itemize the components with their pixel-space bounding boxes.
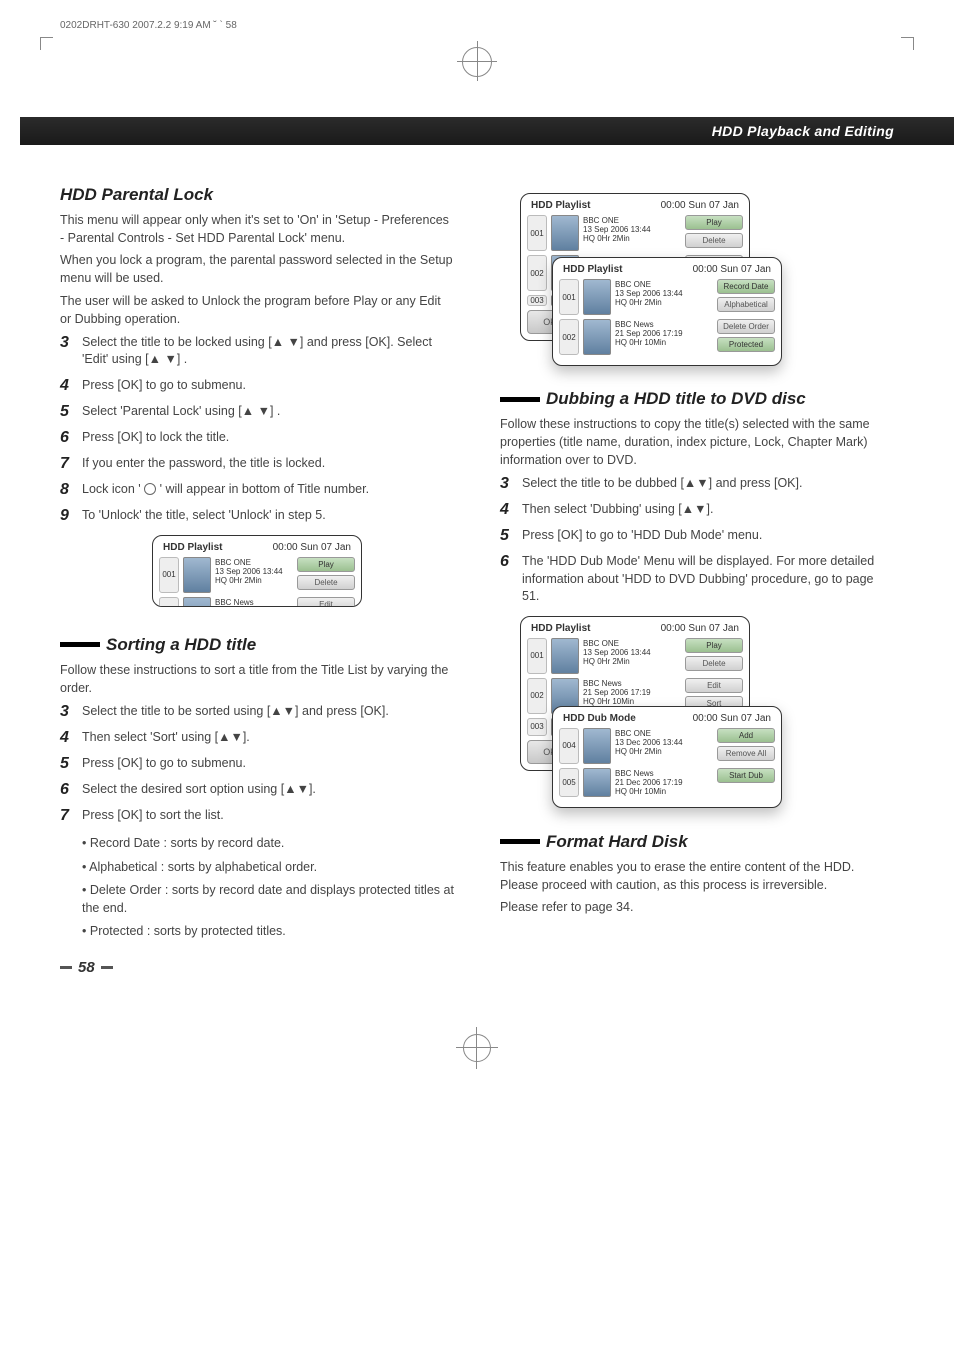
body-text: Follow these instructions to sort a titl… (60, 661, 454, 697)
delete-button[interactable]: Delete (685, 233, 743, 248)
parental-lock-title: HDD Parental Lock (60, 185, 454, 205)
body-text: This menu will appear only when it's set… (60, 211, 454, 247)
delete-button[interactable]: Delete (297, 575, 355, 590)
step-text: Press [OK] to sort the list. (82, 807, 224, 825)
step-number: 8 (60, 481, 82, 499)
bullet-item: Protected : sorts by protected titles. (82, 923, 454, 941)
step-number: 4 (60, 377, 82, 395)
bullet-item: Delete Order : sorts by record date and … (82, 882, 454, 917)
dubbing-title: Dubbing a HDD title to DVD disc (546, 389, 806, 409)
body-text: Please refer to page 34. (500, 898, 894, 916)
delete-button[interactable]: Delete (685, 656, 743, 671)
step-text: Press [OK] to go to submenu. (82, 755, 246, 773)
step-number: 9 (60, 507, 82, 525)
edit-button[interactable]: Edit (685, 678, 743, 693)
edit-button[interactable]: Edit (297, 597, 355, 607)
step-number: 3 (60, 703, 82, 721)
alphabetical-button[interactable]: Alphabetical (717, 297, 775, 312)
thumbnail-icon (183, 557, 211, 593)
step-text: Select the desired sort option using [▲▼… (82, 781, 316, 799)
list-index: 001 (159, 557, 179, 593)
step-text: Press [OK] to go to 'HDD Dub Mode' menu. (522, 527, 762, 545)
step-number: 6 (500, 553, 522, 606)
body-text: Follow these instructions to copy the ti… (500, 415, 894, 469)
play-button[interactable]: Play (297, 557, 355, 572)
step-number: 4 (500, 501, 522, 519)
step-text: Select the title to be locked using [▲ ▼… (82, 334, 454, 369)
step-text: Select 'Parental Lock' using [▲ ▼] . (82, 403, 280, 421)
body-text: This feature enables you to erase the en… (500, 858, 894, 894)
crop-marks-top (60, 37, 894, 87)
step-text: Select the title to be dubbed [▲▼] and p… (522, 475, 802, 493)
step-text: Press [OK] to lock the title. (82, 429, 229, 447)
play-button[interactable]: Play (685, 638, 743, 653)
step-text: To 'Unlock' the title, select 'Unlock' i… (82, 507, 326, 525)
step-text: The 'HDD Dub Mode' Menu will be displaye… (522, 553, 894, 606)
ui-sort-stack: HDD Playlist00:00 Sun 07 Jan 001BBC ONE1… (520, 193, 894, 373)
protected-button[interactable]: Protected (717, 337, 775, 352)
step-text: If you enter the password, the title is … (82, 455, 325, 473)
registration-mark-icon (463, 1034, 491, 1062)
step-number: 4 (60, 729, 82, 747)
ui-dubbing-stack: HDD Playlist00:00 Sun 07 Jan 001BBC ONE1… (520, 616, 894, 816)
list-index: 002 (159, 597, 179, 607)
step-number: 5 (60, 755, 82, 773)
step-text: Lock icon ' ' will appear in bottom of T… (82, 481, 369, 499)
body-text: When you lock a program, the parental pa… (60, 251, 454, 287)
step-text: Then select 'Dubbing' using [▲▼]. (522, 501, 713, 519)
step-number: 5 (60, 403, 82, 421)
lock-icon (144, 483, 156, 495)
sorting-title: Sorting a HDD title (106, 635, 256, 655)
bullet-item: Record Date : sorts by record date. (82, 835, 454, 853)
ui-playlist-panel: HDD Playlist00:00 Sun 07 Jan 001 BBC ONE… (152, 535, 362, 607)
step-number: 6 (60, 429, 82, 447)
step-number: 7 (60, 455, 82, 473)
step-text: Press [OK] to go to submenu. (82, 377, 246, 395)
format-title: Format Hard Disk (546, 832, 688, 852)
start-dub-button[interactable]: Start Dub (717, 768, 775, 783)
step-number: 7 (60, 807, 82, 825)
delete-order-button[interactable]: Delete Order (717, 319, 775, 334)
bullet-item: Alphabetical : sorts by alphabetical ord… (82, 859, 454, 877)
print-header: 0202DRHT-630 2007.2.2 9:19 AM ˘ ` 58 (60, 20, 894, 31)
step-number: 3 (60, 334, 82, 369)
body-text: The user will be asked to Unlock the pro… (60, 292, 454, 328)
step-number: 5 (500, 527, 522, 545)
thumbnail-icon (183, 597, 211, 607)
play-button[interactable]: Play (685, 215, 743, 230)
page-number: 58 (60, 959, 454, 976)
record-date-button[interactable]: Record Date (717, 279, 775, 294)
step-number: 6 (60, 781, 82, 799)
step-text: Select the title to be sorted using [▲▼]… (82, 703, 389, 721)
remove-all-button[interactable]: Remove All (717, 746, 775, 761)
step-text: Then select 'Sort' using [▲▼]. (82, 729, 250, 747)
add-button[interactable]: Add (717, 728, 775, 743)
section-header-band: HDD Playback and Editing (20, 117, 954, 145)
step-number: 3 (500, 475, 522, 493)
